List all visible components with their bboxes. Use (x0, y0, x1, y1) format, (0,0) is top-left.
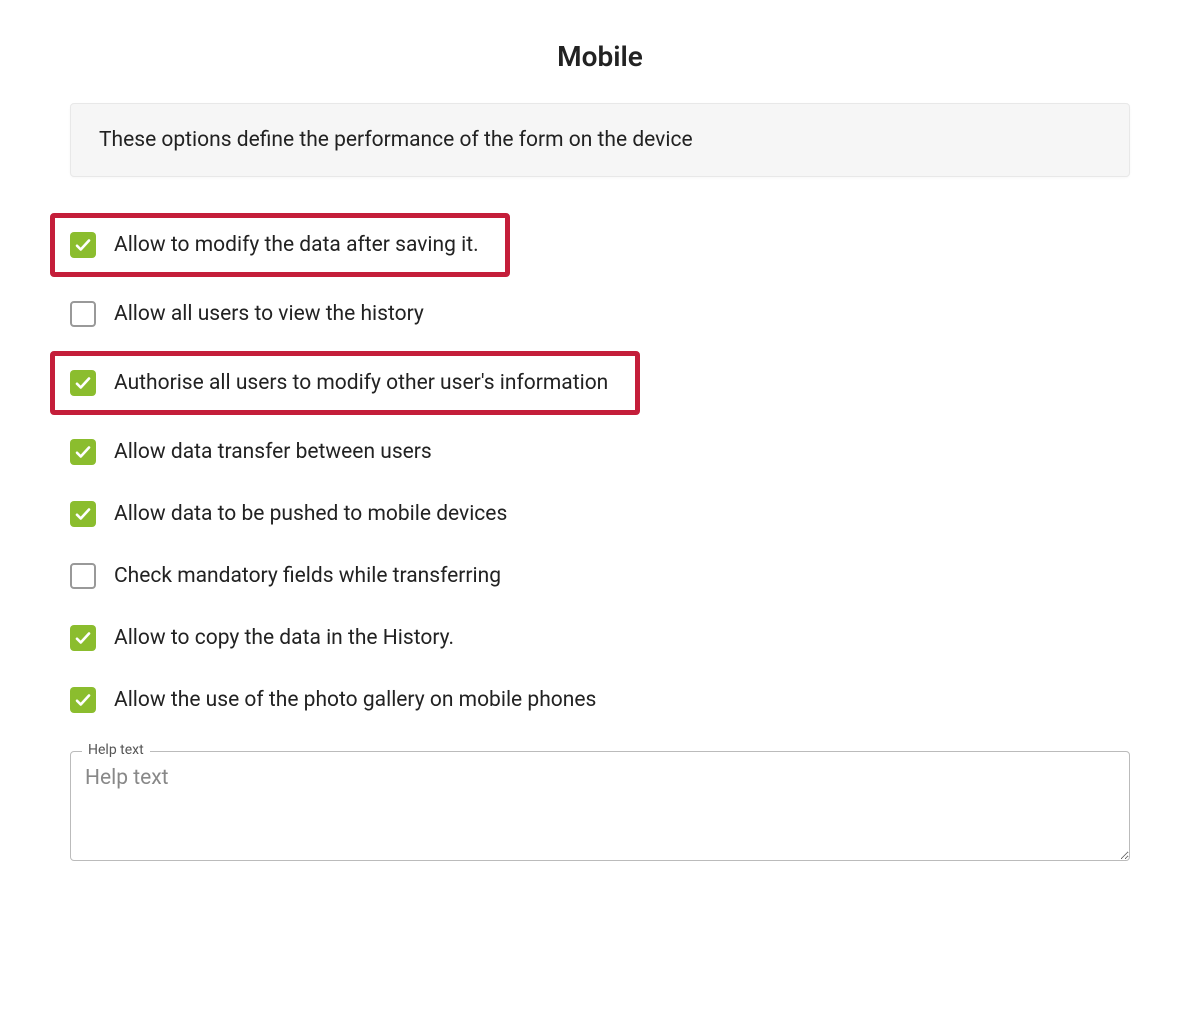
option-row: Authorise all users to modify other user… (50, 351, 640, 415)
option-row: Allow data to be pushed to mobile device… (70, 483, 1130, 545)
page-title: Mobile (70, 40, 1130, 73)
info-box: These options define the performance of … (70, 103, 1130, 177)
option-allow-push-mobile-checkbox[interactable] (70, 501, 96, 527)
option-allow-view-history-checkbox[interactable] (70, 301, 96, 327)
option-check-mandatory-transfer-checkbox[interactable] (70, 563, 96, 589)
help-text-legend: Help text (82, 742, 150, 758)
help-text-fieldset: Help text (70, 751, 1130, 865)
help-text-input[interactable] (70, 751, 1130, 861)
option-authorise-modify-others-checkbox[interactable] (70, 370, 96, 396)
option-allow-push-mobile-label[interactable]: Allow data to be pushed to mobile device… (114, 502, 507, 526)
option-row: Allow all users to view the history (70, 283, 1130, 345)
option-allow-photo-gallery-checkbox[interactable] (70, 687, 96, 713)
option-allow-modify-after-save-label[interactable]: Allow to modify the data after saving it… (114, 233, 479, 257)
option-allow-view-history-label[interactable]: Allow all users to view the history (114, 302, 424, 326)
option-allow-photo-gallery-label[interactable]: Allow the use of the photo gallery on mo… (114, 688, 596, 712)
option-row: Allow to modify the data after saving it… (50, 213, 510, 277)
option-authorise-modify-others-label[interactable]: Authorise all users to modify other user… (114, 371, 608, 395)
check-icon (74, 236, 92, 254)
option-row: Allow the use of the photo gallery on mo… (70, 669, 1130, 731)
option-row: Allow data transfer between users (70, 421, 1130, 483)
check-icon (74, 374, 92, 392)
option-allow-copy-history-label[interactable]: Allow to copy the data in the History. (114, 626, 454, 650)
option-row: Check mandatory fields while transferrin… (70, 545, 1130, 607)
option-allow-data-transfer-checkbox[interactable] (70, 439, 96, 465)
check-icon (74, 691, 92, 709)
option-allow-data-transfer-label[interactable]: Allow data transfer between users (114, 440, 432, 464)
check-icon (74, 629, 92, 647)
option-allow-copy-history-checkbox[interactable] (70, 625, 96, 651)
check-icon (74, 505, 92, 523)
option-row: Allow to copy the data in the History. (70, 607, 1130, 669)
option-allow-modify-after-save-checkbox[interactable] (70, 232, 96, 258)
option-check-mandatory-transfer-label[interactable]: Check mandatory fields while transferrin… (114, 564, 501, 588)
options-list: Allow to modify the data after saving it… (70, 207, 1130, 731)
check-icon (74, 443, 92, 461)
